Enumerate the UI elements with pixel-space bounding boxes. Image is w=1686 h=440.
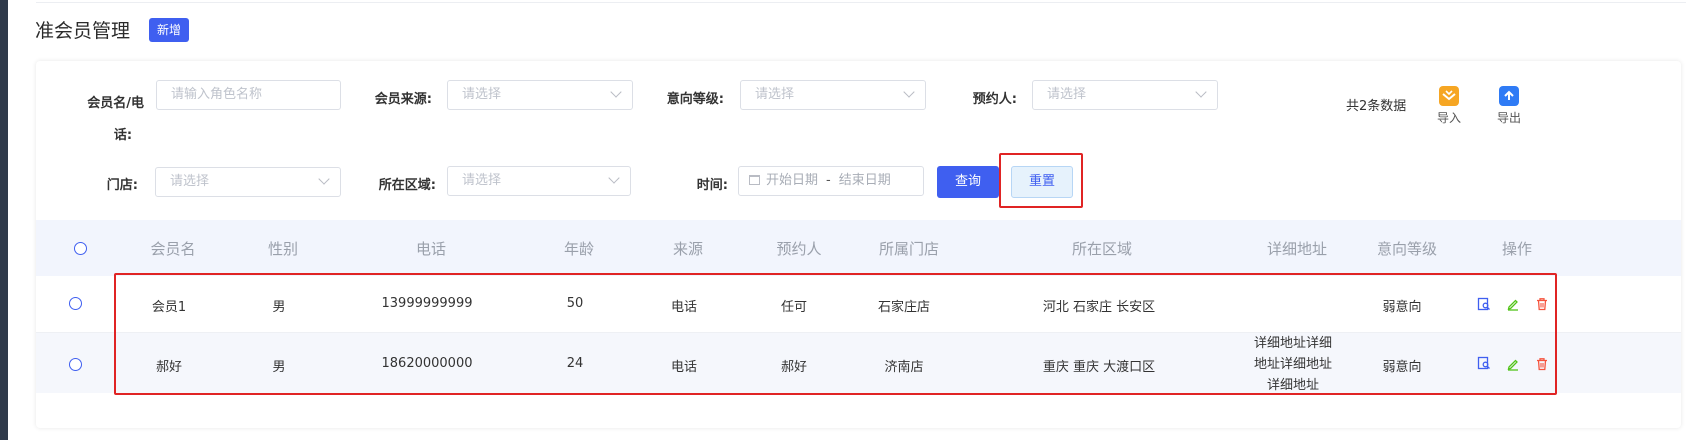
chevron-down-icon <box>610 86 622 98</box>
header-gender: 性别 <box>267 240 299 258</box>
calendar-icon <box>749 175 760 185</box>
store-select-value: 请选择 <box>170 174 210 189</box>
header-member-name: 会员名 <box>150 240 196 258</box>
header-store: 所属门店 <box>878 240 940 258</box>
intent-select[interactable]: 请选择 <box>740 80 926 110</box>
export-label: 导出 <box>1496 111 1521 125</box>
page-header: 准会员管理 新增 <box>35 16 190 43</box>
left-sidebar-edge <box>0 0 8 440</box>
date-end-placeholder: 结束日期 <box>838 173 891 188</box>
intent-filter-label: 意向等级: <box>666 92 724 107</box>
member-search-placeholder: 请输入角色名称 <box>171 87 263 102</box>
header-region: 所在区域 <box>1071 240 1133 258</box>
intent-select-value: 请选择 <box>755 87 795 102</box>
chevron-down-icon <box>318 173 330 185</box>
member-filter-label-line1: 会员名/电 <box>87 96 144 111</box>
add-button[interactable]: 新增 <box>149 17 190 42</box>
region-select-value: 请选择 <box>462 173 502 188</box>
region-filter-label: 所在区域: <box>378 178 436 193</box>
chevron-down-icon <box>903 86 915 98</box>
source-select[interactable]: 请选择 <box>447 80 633 110</box>
reset-button-highlight-box <box>999 153 1083 208</box>
header-age: 年龄 <box>563 240 595 258</box>
export-button[interactable]: 导出 <box>1489 86 1529 126</box>
member-search-input[interactable]: 请输入角色名称 <box>156 80 341 110</box>
booker-select-value: 请选择 <box>1047 87 1087 102</box>
header-booker: 预约人 <box>776 240 822 258</box>
source-filter-label: 会员来源: <box>374 92 432 107</box>
time-filter-label: 时间: <box>696 178 728 193</box>
region-select[interactable]: 请选择 <box>447 166 631 196</box>
import-button[interactable]: 导入 <box>1429 86 1469 126</box>
header-source: 来源 <box>672 240 704 258</box>
date-range-separator: - <box>826 173 831 188</box>
row-select-radio[interactable] <box>69 358 82 371</box>
member-filter-label-line2: 话: <box>113 128 133 143</box>
store-select[interactable]: 请选择 <box>155 167 341 197</box>
import-label: 导入 <box>1436 111 1461 125</box>
import-icon <box>1439 86 1459 106</box>
row-select-radio[interactable] <box>69 297 82 310</box>
header-intent: 意向等级 <box>1376 240 1438 258</box>
member-filter-label: 会员名/电 话: <box>80 88 144 152</box>
total-count: 共2条数据 <box>1346 99 1407 114</box>
header-phone: 电话 <box>415 240 447 258</box>
chevron-down-icon <box>1195 86 1207 98</box>
chevron-down-icon <box>608 172 620 184</box>
header-address: 详细地址 <box>1266 240 1328 258</box>
date-start-placeholder: 开始日期 <box>766 173 819 188</box>
query-button[interactable]: 查询 <box>937 166 999 198</box>
source-select-value: 请选择 <box>462 87 502 102</box>
export-icon <box>1499 86 1519 106</box>
booker-filter-label: 预约人: <box>972 92 1017 107</box>
top-divider <box>36 0 1686 3</box>
booker-select[interactable]: 请选择 <box>1032 80 1218 110</box>
table-rows-highlight-box <box>114 273 1557 395</box>
select-all-radio[interactable] <box>74 242 87 255</box>
page-title: 准会员管理 <box>35 20 131 42</box>
date-range-picker[interactable]: 开始日期 - 结束日期 <box>738 166 924 196</box>
store-filter-label: 门店: <box>106 178 138 193</box>
header-actions: 操作 <box>1501 240 1533 258</box>
